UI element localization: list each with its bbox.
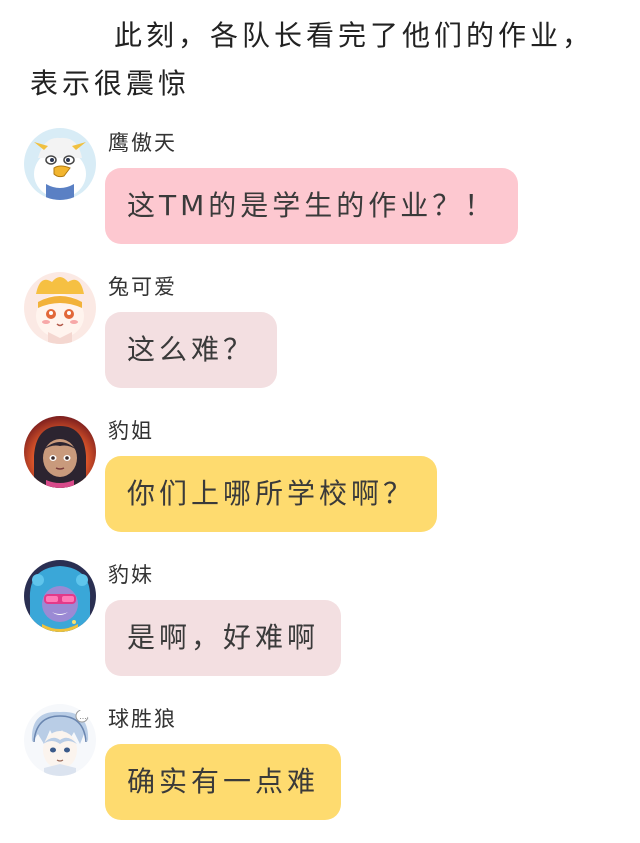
sender-name: 鹰傲天 xyxy=(108,131,177,155)
chat-message: 鹰傲天 这TM的是学生的作业？！ xyxy=(0,128,640,258)
message-bubble: 确实有一点难 xyxy=(105,744,342,820)
wolf-avatar-icon[interactable]: … xyxy=(24,704,96,776)
chat-message: 豹姐 你们上哪所学校啊？ xyxy=(0,416,640,546)
sender-name: 兔可爱 xyxy=(108,275,177,299)
narration-text: 此刻，各队长看完了他们的作业，表示很震惊 xyxy=(30,19,595,100)
sender-name: 球胜狼 xyxy=(108,707,177,731)
chat-message: 豹妹 是啊，好难啊 xyxy=(0,560,640,690)
sender-name: 豹妹 xyxy=(108,563,154,587)
svg-text:…: … xyxy=(80,713,87,721)
leopard-sister-avatar-icon[interactable] xyxy=(24,416,96,488)
chat-message: 兔可爱 这么难？ xyxy=(0,272,640,402)
leopard-girl-avatar-icon[interactable] xyxy=(24,560,96,632)
message-bubble: 是啊，好难啊 xyxy=(105,600,342,676)
rabbit-avatar-icon[interactable] xyxy=(24,272,96,344)
chat-message: … 球胜狼 确实有一点难 xyxy=(0,704,640,834)
message-bubble: 这么难？ xyxy=(105,312,278,388)
message-bubble: 这TM的是学生的作业？！ xyxy=(105,168,519,244)
eagle-avatar-icon[interactable] xyxy=(24,128,96,200)
sender-name: 豹姐 xyxy=(108,419,154,443)
message-bubble: 你们上哪所学校啊？ xyxy=(105,456,438,532)
